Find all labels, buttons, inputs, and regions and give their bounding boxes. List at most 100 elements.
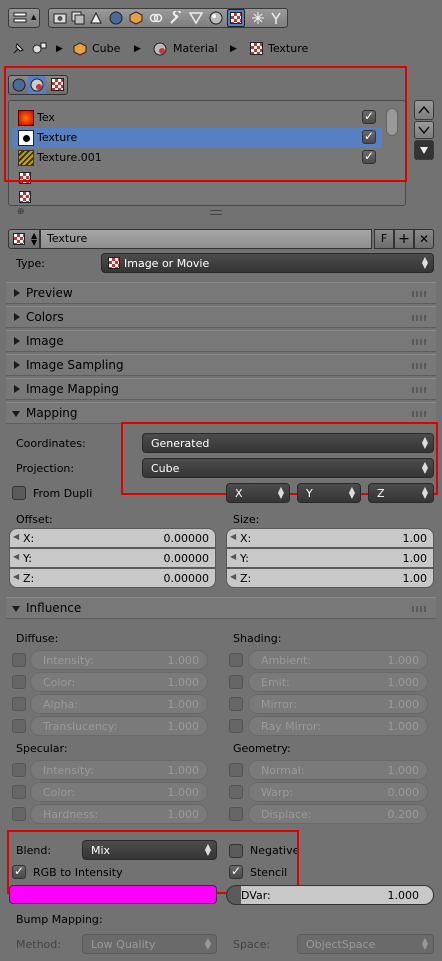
expand-icon xyxy=(14,385,20,393)
diffuse-alpha-checkbox[interactable] xyxy=(12,697,26,711)
field-value: 1.00 xyxy=(402,552,428,565)
breadcrumb-cube: Cube xyxy=(92,42,121,55)
constraints-tab-icon[interactable] xyxy=(148,10,164,26)
diffuse-color-slider[interactable]: Color: 1.000 xyxy=(30,672,208,692)
render-tab-icon[interactable] xyxy=(52,10,68,26)
texture-name-field[interactable]: Texture xyxy=(40,229,372,249)
editor-type-button[interactable]: ▲ xyxy=(8,8,40,28)
breadcrumb-separator: ▶ xyxy=(134,44,141,54)
specular-intensity-slider[interactable]: Intensity: 1.000 xyxy=(30,760,208,780)
drag-grip-icon[interactable] xyxy=(412,387,428,393)
dvar-field[interactable]: DVar: 1.000 xyxy=(226,885,434,905)
panel-colors[interactable]: Colors xyxy=(6,306,436,328)
panel-image[interactable]: Image xyxy=(6,330,436,352)
from-dupli-checkbox[interactable] xyxy=(12,486,26,500)
offset-y-field[interactable]: ◀ Y: 0.00000 xyxy=(9,548,216,568)
offset-x-field[interactable]: ◀ X: 0.00000 xyxy=(9,528,216,548)
stencil-color-swatch[interactable] xyxy=(9,885,217,904)
texture-tab-icon[interactable] xyxy=(227,9,245,27)
list-resize-grip[interactable] xyxy=(210,210,222,215)
render-layers-tab-icon[interactable] xyxy=(70,10,86,26)
shading-emit-slider[interactable]: Emit: 1.000 xyxy=(248,672,428,692)
material-icon xyxy=(152,41,168,57)
decrement-arrow-icon[interactable]: ◀ xyxy=(230,572,236,581)
geometry-warp-checkbox[interactable] xyxy=(229,785,243,799)
unlink-texture-button[interactable]: ✕ xyxy=(414,229,434,249)
diffuse-alpha-slider[interactable]: Alpha: 1.000 xyxy=(30,694,208,714)
drag-grip-icon[interactable] xyxy=(412,291,428,297)
panel-mapping[interactable]: Mapping xyxy=(6,402,436,424)
panel-image-mapping[interactable]: Image Mapping xyxy=(6,378,436,400)
shading-emit-checkbox[interactable] xyxy=(229,675,243,689)
shading-mirror-slider[interactable]: Mirror: 1.000 xyxy=(248,694,428,714)
shading-ray-mirror-checkbox[interactable] xyxy=(229,719,243,733)
data-tab-icon[interactable] xyxy=(188,10,204,26)
decrement-arrow-icon[interactable]: ◀ xyxy=(13,552,19,561)
panel-influence[interactable]: Influence xyxy=(6,597,436,619)
shading-ambient-slider[interactable]: Ambient: 1.000 xyxy=(248,650,428,670)
add-filter-icon[interactable]: ⊕ xyxy=(17,205,25,219)
method-dropdown[interactable]: Low Quality ▲ ▼ xyxy=(82,934,217,954)
decrement-arrow-icon[interactable]: ◀ xyxy=(230,532,236,541)
decrement-arrow-icon[interactable]: ◀ xyxy=(13,532,19,541)
panel-preview[interactable]: Preview xyxy=(6,282,436,304)
modifiers-tab-icon[interactable] xyxy=(168,10,184,26)
specular-color-checkbox[interactable] xyxy=(12,785,26,799)
physics-tab-icon[interactable] xyxy=(268,10,284,26)
geometry-displace-slider[interactable]: Displace: 0.200 xyxy=(248,804,428,824)
size-z-field[interactable]: ◀ Z: 1.00 xyxy=(226,568,434,588)
drag-grip-icon[interactable] xyxy=(412,339,428,345)
world-tab-icon[interactable] xyxy=(108,10,124,26)
specular-label: Specular: xyxy=(16,742,68,755)
decrement-arrow-icon[interactable]: ◀ xyxy=(13,572,19,581)
geometry-normal-checkbox[interactable] xyxy=(229,763,243,777)
drag-grip-icon[interactable] xyxy=(412,606,428,612)
particles-tab-icon[interactable] xyxy=(250,10,266,26)
axis-z-dropdown[interactable]: Z ▲ ▼ xyxy=(368,483,434,503)
drag-grip-icon[interactable] xyxy=(412,363,428,369)
slider-key: Ambient: xyxy=(261,654,312,667)
slot-specials-button[interactable] xyxy=(414,140,434,160)
size-y-field[interactable]: ◀ Y: 1.00 xyxy=(226,548,434,568)
drag-grip-icon[interactable] xyxy=(412,315,428,321)
material-tab-icon[interactable] xyxy=(208,10,224,26)
chevron-updown-icon: ▲ ▼ xyxy=(277,485,284,500)
type-label: Type: xyxy=(16,257,45,270)
drag-grip-icon[interactable] xyxy=(412,411,428,417)
texture-browse-button[interactable]: ▲ ▼ xyxy=(8,229,40,249)
type-dropdown[interactable]: Image or Movie ▲ ▼ xyxy=(101,253,434,273)
scene-tab-icon[interactable] xyxy=(88,10,104,26)
geometry-normal-slider[interactable]: Normal: 1.000 xyxy=(248,760,428,780)
panel-image-sampling[interactable]: Image Sampling xyxy=(6,354,436,376)
decrement-arrow-icon[interactable]: ◀ xyxy=(230,552,236,561)
fake-user-button[interactable]: F xyxy=(374,229,394,249)
geometry-warp-slider[interactable]: Warp: 0.000 xyxy=(248,782,428,802)
properties-editor-icon xyxy=(12,10,28,26)
size-x-field[interactable]: ◀ X: 1.00 xyxy=(226,528,434,548)
shading-mirror-checkbox[interactable] xyxy=(229,697,243,711)
geometry-displace-checkbox[interactable] xyxy=(229,807,243,821)
diffuse-translucency-slider[interactable]: Translucency: 1.000 xyxy=(30,716,208,736)
axis-x-dropdown[interactable]: X ▲ ▼ xyxy=(226,483,290,503)
slot-move-down-button[interactable] xyxy=(414,121,434,139)
field-value: 0.00000 xyxy=(163,552,210,565)
diffuse-color-checkbox[interactable] xyxy=(12,675,26,689)
axis-y-dropdown[interactable]: Y ▲ ▼ xyxy=(297,483,361,503)
specular-hardness-checkbox[interactable] xyxy=(12,807,26,821)
diffuse-intensity-slider[interactable]: Intensity: 1.000 xyxy=(30,650,208,670)
slider-key: Emit: xyxy=(261,676,290,689)
slot-move-up-button[interactable] xyxy=(414,100,434,120)
diffuse-translucency-checkbox[interactable] xyxy=(12,719,26,733)
list-item-empty[interactable] xyxy=(12,188,382,204)
shading-ray-mirror-slider[interactable]: Ray Mirror: 1.000 xyxy=(248,716,428,736)
shading-ambient-checkbox[interactable] xyxy=(229,653,243,667)
specular-intensity-checkbox[interactable] xyxy=(12,763,26,777)
new-texture-button[interactable]: + xyxy=(394,229,414,249)
diffuse-intensity-checkbox[interactable] xyxy=(12,653,26,667)
pin-icon[interactable] xyxy=(10,41,26,57)
space-dropdown[interactable]: ObjectSpace ▲ ▼ xyxy=(297,934,434,954)
offset-z-field[interactable]: ◀ Z: 0.00000 xyxy=(9,568,216,588)
specular-hardness-slider[interactable]: Hardness: 1.000 xyxy=(30,804,208,824)
specular-color-slider[interactable]: Color: 1.000 xyxy=(30,782,208,802)
object-tab-icon[interactable] xyxy=(128,10,144,26)
